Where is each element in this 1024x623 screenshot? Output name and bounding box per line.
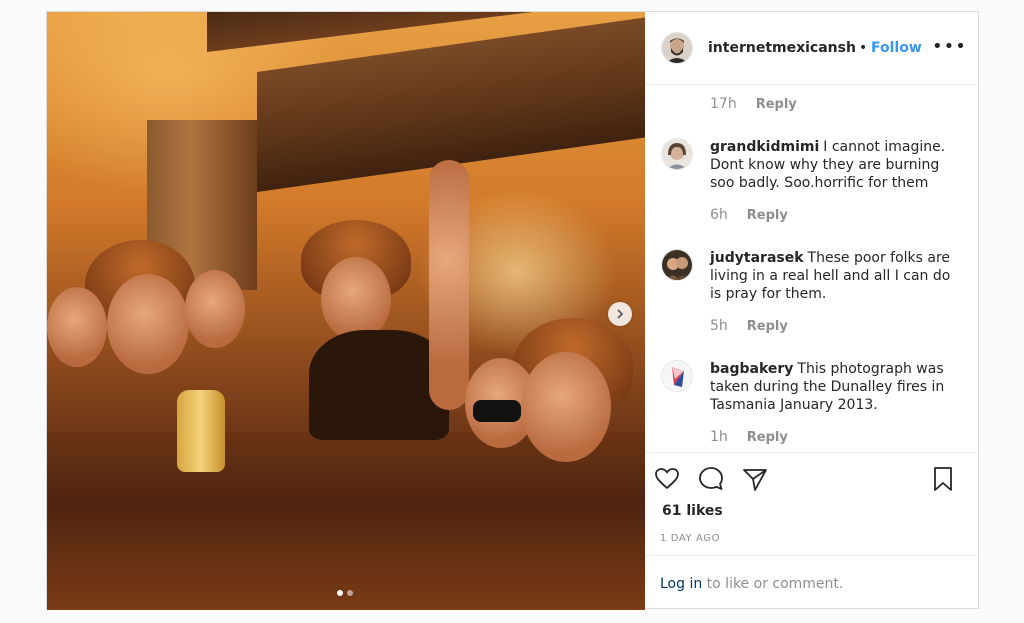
reply-button[interactable]: Reply bbox=[756, 97, 797, 112]
comment-text-block: judytarasek These poor folks are living i… bbox=[710, 249, 960, 303]
comment-time: 17h bbox=[710, 96, 737, 112]
comment-text-block: bagbakery This photograph was taken durin… bbox=[710, 360, 960, 414]
comment-time: 6h bbox=[710, 207, 728, 223]
avatar-couple-icon bbox=[662, 250, 692, 280]
share-icon[interactable] bbox=[741, 465, 769, 493]
next-photo-button[interactable] bbox=[608, 302, 632, 326]
photo-person-face bbox=[47, 287, 107, 367]
more-options-icon[interactable]: ••• bbox=[932, 36, 967, 57]
comment-time: 1h bbox=[710, 429, 728, 445]
commenter-avatar[interactable] bbox=[661, 360, 693, 392]
reply-button[interactable]: Reply bbox=[747, 430, 788, 445]
avatar-man-beard-icon bbox=[662, 33, 692, 63]
author-username[interactable]: internetmexicansh bbox=[708, 40, 856, 56]
chevron-right-icon bbox=[617, 309, 624, 319]
comment-username[interactable]: judytarasek bbox=[710, 250, 804, 266]
heart-icon[interactable] bbox=[653, 465, 681, 493]
login-link[interactable]: Log in bbox=[660, 576, 702, 592]
photo-person-face bbox=[185, 270, 245, 348]
login-text: Log in to like or comment. bbox=[660, 576, 843, 592]
post-header: internetmexicansh • Follow ••• bbox=[645, 12, 978, 85]
photo-person-shirt bbox=[309, 330, 449, 440]
comment-username[interactable]: grandkidmimi bbox=[710, 139, 819, 155]
photo-person-face bbox=[321, 257, 391, 341]
bookmark-icon[interactable] bbox=[929, 465, 957, 493]
comment-meta: 1h Reply bbox=[710, 429, 788, 445]
photo-person-face bbox=[107, 274, 189, 374]
photo-person-face bbox=[521, 352, 611, 462]
post-date: 1 DAY AGO bbox=[660, 533, 721, 544]
photo-sunglasses bbox=[473, 400, 521, 422]
post-photo[interactable] bbox=[47, 12, 645, 610]
author-avatar[interactable] bbox=[661, 32, 693, 64]
comment-icon[interactable] bbox=[697, 465, 725, 493]
carousel-dot bbox=[347, 590, 353, 596]
reply-button[interactable]: Reply bbox=[747, 319, 788, 334]
commenter-avatar[interactable] bbox=[661, 138, 693, 170]
separator-dot: • bbox=[859, 40, 868, 56]
comment-time: 5h bbox=[710, 318, 728, 334]
commenter-avatar[interactable] bbox=[661, 249, 693, 281]
comment-meta: 5h Reply bbox=[710, 318, 788, 334]
carousel-dots bbox=[337, 590, 353, 596]
photo-raised-arm bbox=[429, 160, 469, 410]
post-actions: 61 likes 1 DAY AGO Log in to like or com… bbox=[645, 452, 978, 609]
comment-meta: 17h Reply bbox=[710, 96, 797, 112]
login-prompt: Log in to like or comment. bbox=[645, 555, 978, 610]
comments-list[interactable]: 17h Reply grandkidmimi I cannot imagine. … bbox=[645, 85, 978, 451]
follow-button[interactable]: Follow bbox=[871, 40, 922, 56]
avatar-woman-icon bbox=[662, 139, 692, 169]
post-sidebar: internetmexicansh • Follow ••• 17h Reply bbox=[645, 12, 978, 608]
avatar-flag-icon bbox=[662, 361, 692, 391]
carousel-dot bbox=[337, 590, 343, 596]
likes-count[interactable]: 61 likes bbox=[662, 503, 723, 519]
login-rest-text: to like or comment. bbox=[702, 576, 844, 592]
comment-meta: 6h Reply bbox=[710, 207, 788, 223]
post-card: internetmexicansh • Follow ••• 17h Reply bbox=[46, 11, 979, 610]
comment-username[interactable]: bagbakery bbox=[710, 361, 793, 377]
comment-text-block: grandkidmimi I cannot imagine. Dont know … bbox=[710, 138, 960, 192]
reply-button[interactable]: Reply bbox=[747, 208, 788, 223]
photo-bottle bbox=[177, 390, 225, 472]
